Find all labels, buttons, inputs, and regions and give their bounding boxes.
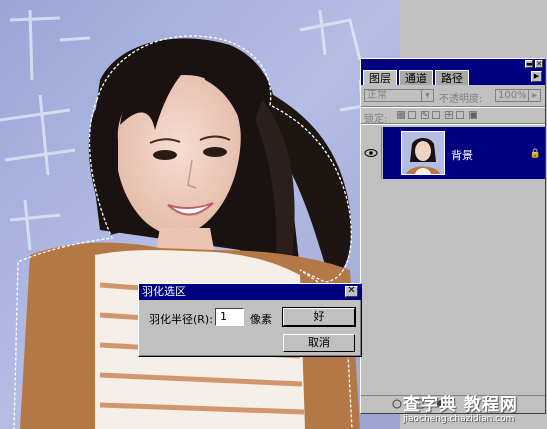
watermark: 查字典 教程网 jiaocheng.chazidian.com (393, 390, 547, 429)
image-canvas[interactable] (0, 0, 400, 429)
blend-mode-select[interactable]: 正常 ▼ (364, 89, 434, 102)
layers-panel[interactable]: ▬ ✕ 图层 通道 路径 ▶ 正常 ▼ 不透明度: 100% ▶ 锁定: ▦ ✎… (360, 58, 546, 414)
feather-selection-dialog[interactable]: 羽化选区 ✕ 羽化半径(R): 1 像素 好 取消 (138, 283, 362, 357)
blend-row: 正常 ▼ 不透明度: 100% ▶ (361, 88, 545, 105)
lock-image-checkbox[interactable] (408, 111, 416, 119)
eye-icon (364, 149, 378, 157)
cancel-button[interactable]: 取消 (283, 334, 355, 352)
minimize-icon[interactable]: ▬ (525, 60, 533, 68)
divider (361, 123, 545, 125)
tab-layers[interactable]: 图层 (363, 70, 397, 85)
tab-channels[interactable]: 通道 (399, 70, 433, 85)
palette-menu-icon[interactable]: ▶ (531, 71, 542, 82)
feather-radius-input[interactable]: 1 (215, 308, 244, 326)
dialog-title: 羽化选区 (142, 285, 186, 298)
lock-position-checkbox[interactable] (432, 111, 440, 119)
layer-row-background[interactable]: 背景 🔒 (383, 127, 545, 179)
close-icon[interactable]: ✕ (345, 286, 358, 297)
lock-image-icon[interactable]: ✎ (421, 111, 429, 119)
opacity-field[interactable]: 100% ▶ (495, 89, 541, 102)
lock-all-checkbox[interactable] (456, 111, 464, 119)
lock-icon: 🔒 (529, 149, 541, 159)
chevron-right-icon: ▶ (528, 90, 540, 101)
close-icon[interactable]: ✕ (535, 60, 543, 68)
watermark-title: 查字典 教程网 (403, 395, 518, 415)
blend-mode-value: 正常 (367, 90, 387, 101)
layer-visibility-toggle[interactable] (361, 127, 382, 179)
panel-titlebar[interactable]: ▬ ✕ (361, 59, 545, 69)
photo (0, 0, 400, 429)
divider (361, 106, 545, 108)
lock-position-icon[interactable]: ✛ (445, 111, 453, 119)
panel-tabs: 图层 通道 路径 ▶ (361, 69, 545, 85)
chevron-down-icon: ▼ (421, 90, 433, 101)
feather-radius-unit: 像素 (250, 313, 272, 326)
lock-row: 锁定: ▦ ✎ ✛ ■ (361, 110, 545, 125)
tab-paths[interactable]: 路径 (435, 70, 469, 85)
watermark-url: jiaocheng.chazidian.com (403, 414, 515, 424)
lock-all-icon[interactable]: ■ (469, 111, 477, 119)
opacity-label: 不透明度: (439, 94, 483, 105)
layer-thumbnail (401, 131, 445, 175)
lock-transparency-icon[interactable]: ▦ (397, 111, 405, 119)
opacity-value: 100% (498, 90, 527, 101)
layer-name[interactable]: 背景 (451, 147, 473, 163)
ok-button[interactable]: 好 (282, 307, 356, 327)
dialog-titlebar[interactable]: 羽化选区 ✕ (139, 284, 361, 300)
feather-radius-label: 羽化半径(R): (149, 313, 213, 326)
